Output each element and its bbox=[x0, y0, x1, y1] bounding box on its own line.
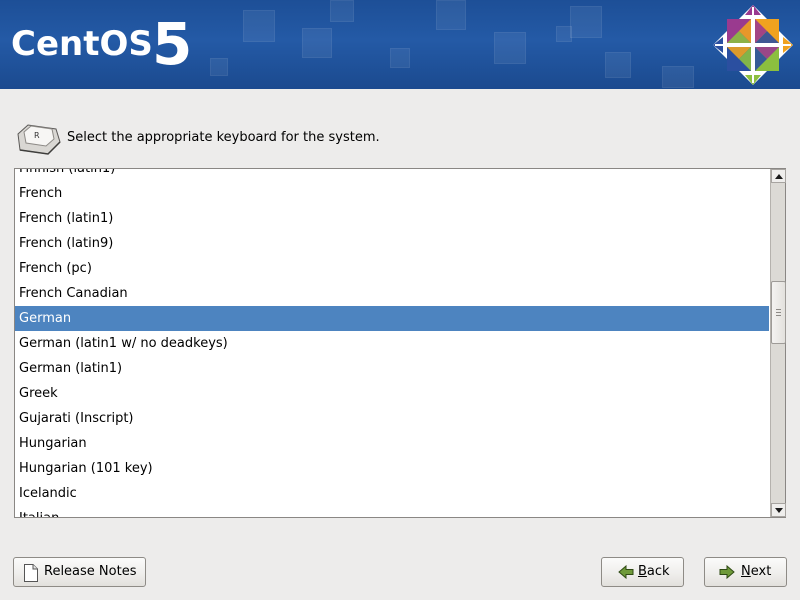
next-label: Next bbox=[741, 564, 772, 579]
list-item[interactable]: Italian bbox=[15, 506, 769, 517]
arrow-down-icon bbox=[775, 508, 783, 513]
keyboard-key-icon: R bbox=[17, 124, 61, 155]
list-item[interactable]: German (latin1) bbox=[15, 356, 769, 381]
list-item[interactable]: German (latin1 w/ no deadkeys) bbox=[15, 331, 769, 356]
keyboard-list[interactable]: Finnish (latin1)FrenchFrench (latin1)Fre… bbox=[14, 168, 786, 518]
keyboard-prompt: R Select the appropriate keyboard for th… bbox=[14, 120, 714, 160]
prompt-text: Select the appropriate keyboard for the … bbox=[67, 130, 380, 145]
brand-version: 5 bbox=[152, 10, 193, 78]
list-item[interactable]: French (pc) bbox=[15, 256, 769, 281]
svg-text:R: R bbox=[34, 131, 40, 140]
list-item[interactable]: Hungarian bbox=[15, 431, 769, 456]
back-label: Back bbox=[638, 564, 670, 579]
document-icon bbox=[24, 564, 38, 582]
list-item[interactable]: French (latin9) bbox=[15, 231, 769, 256]
release-notes-label: Release Notes bbox=[44, 564, 137, 579]
list-item-selected[interactable]: German bbox=[15, 306, 769, 331]
list-item[interactable]: Icelandic bbox=[15, 481, 769, 506]
list-item[interactable]: Greek bbox=[15, 381, 769, 406]
scrollbar-thumb[interactable] bbox=[771, 281, 786, 344]
arrow-right-icon bbox=[719, 565, 735, 579]
list-item[interactable]: French (latin1) bbox=[15, 206, 769, 231]
arrow-up-icon bbox=[775, 174, 783, 179]
keyboard-list-items: Finnish (latin1)FrenchFrench (latin1)Fre… bbox=[15, 169, 769, 517]
keyboard-list-viewport[interactable]: Finnish (latin1)FrenchFrench (latin1)Fre… bbox=[15, 169, 769, 517]
header-banner: CentOS 5 bbox=[0, 0, 800, 89]
scroll-up-button[interactable] bbox=[771, 169, 786, 183]
vertical-scrollbar[interactable] bbox=[770, 169, 786, 517]
back-button[interactable]: Back bbox=[601, 557, 684, 587]
next-button[interactable]: Next bbox=[704, 557, 787, 587]
arrow-left-icon bbox=[618, 565, 634, 579]
brand-wordmark: CentOS bbox=[11, 24, 153, 64]
centos-emblem-icon bbox=[713, 5, 793, 85]
list-item[interactable]: Gujarati (Inscript) bbox=[15, 406, 769, 431]
list-item[interactable]: Hungarian (101 key) bbox=[15, 456, 769, 481]
scroll-down-button[interactable] bbox=[771, 503, 786, 517]
list-item[interactable]: Finnish (latin1) bbox=[15, 169, 769, 181]
list-item[interactable]: French bbox=[15, 181, 769, 206]
release-notes-button[interactable]: Release Notes bbox=[13, 557, 146, 587]
list-item[interactable]: French Canadian bbox=[15, 281, 769, 306]
